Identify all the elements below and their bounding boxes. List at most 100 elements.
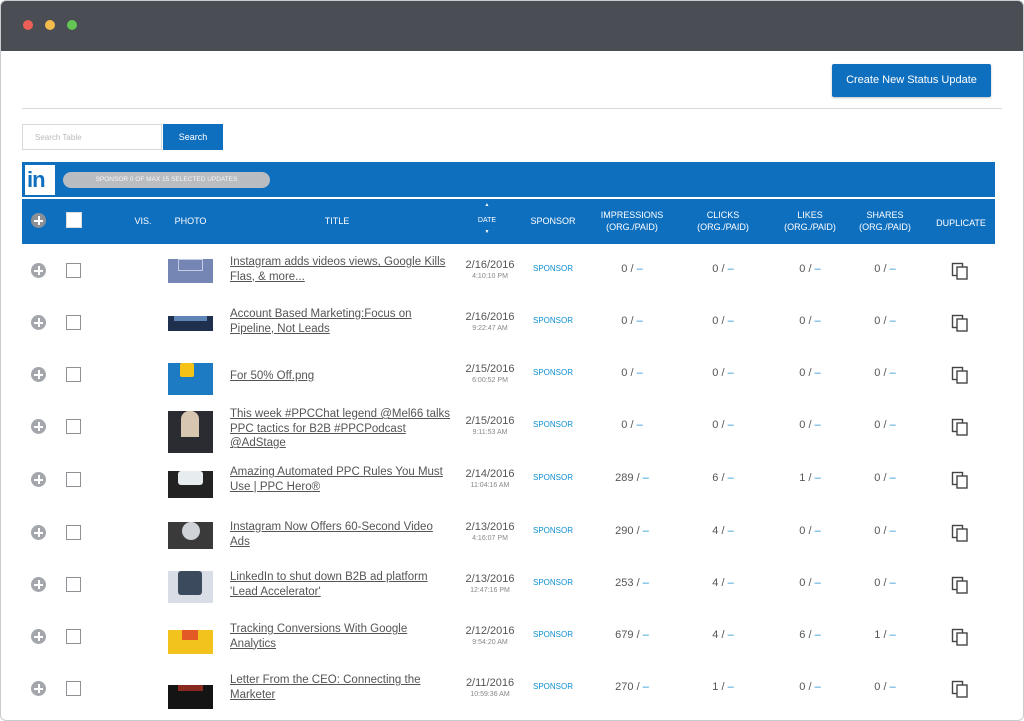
sponsor-link[interactable]: SPONSOR bbox=[527, 473, 579, 482]
shares-paid: – bbox=[889, 367, 896, 379]
clicks-organic: 0 / bbox=[712, 367, 728, 379]
duplicate-copy-icon[interactable] bbox=[950, 470, 970, 490]
clicks-organic: 6 / bbox=[712, 472, 728, 484]
shares-paid: – bbox=[889, 629, 896, 641]
expand-row-icon[interactable] bbox=[31, 629, 46, 644]
post-title-link[interactable]: This week #PPCChat legend @Mel66 talks P… bbox=[230, 407, 455, 451]
select-all-checkbox[interactable] bbox=[66, 212, 82, 228]
col-title[interactable]: TITLE bbox=[292, 215, 382, 227]
expand-row-icon[interactable] bbox=[31, 472, 46, 487]
shares-paid: – bbox=[889, 472, 896, 484]
clicks-paid: – bbox=[727, 629, 734, 641]
row-checkbox[interactable] bbox=[66, 577, 81, 592]
post-title-link[interactable]: Instagram adds videos views, Google Kill… bbox=[230, 255, 455, 284]
col-impressions[interactable]: IMPRESSIONS bbox=[592, 209, 672, 221]
table-row[interactable]: Account Based Marketing:Focus on Pipelin… bbox=[22, 297, 995, 349]
minimize-window-icon[interactable] bbox=[45, 20, 55, 30]
duplicate-copy-icon[interactable] bbox=[950, 679, 970, 699]
row-checkbox[interactable] bbox=[66, 629, 81, 644]
shares-cell: 0 / – bbox=[848, 681, 922, 693]
col-likes[interactable]: LIKES bbox=[774, 209, 846, 221]
row-checkbox[interactable] bbox=[66, 367, 81, 382]
post-date-value: 2/11/2016 bbox=[465, 677, 515, 689]
col-date[interactable]: DATE bbox=[472, 215, 502, 227]
impressions-cell: 0 / – bbox=[592, 263, 672, 275]
col-photo[interactable]: PHOTO bbox=[168, 215, 213, 227]
clicks-cell: 0 / – bbox=[687, 367, 759, 379]
row-checkbox[interactable] bbox=[66, 681, 81, 696]
table-row[interactable]: LinkedIn to shut down B2B ad platform 'L… bbox=[22, 559, 995, 611]
sponsor-link[interactable]: SPONSOR bbox=[527, 630, 579, 639]
likes-organic: 1 / bbox=[799, 472, 815, 484]
shares-organic: 0 / bbox=[874, 315, 890, 327]
col-clicks[interactable]: CLICKS bbox=[687, 209, 759, 221]
row-checkbox[interactable] bbox=[66, 263, 81, 278]
col-duplicate[interactable]: DUPLICATE bbox=[927, 217, 995, 229]
shares-organic: 0 / bbox=[874, 577, 890, 589]
sponsor-link[interactable]: SPONSOR bbox=[527, 578, 579, 587]
col-vis[interactable]: VIS. bbox=[127, 215, 159, 227]
sort-desc-icon[interactable]: ▼ bbox=[472, 230, 502, 235]
clicks-paid: – bbox=[727, 525, 734, 537]
divider bbox=[22, 108, 1002, 109]
duplicate-copy-icon[interactable] bbox=[950, 313, 970, 333]
sponsor-link[interactable]: SPONSOR bbox=[527, 316, 579, 325]
table-row[interactable]: Instagram adds videos views, Google Kill… bbox=[22, 245, 995, 297]
shares-organic: 1 / bbox=[874, 629, 890, 641]
sponsor-link[interactable]: SPONSOR bbox=[527, 682, 579, 691]
expand-row-icon[interactable] bbox=[31, 419, 46, 434]
create-status-update-button[interactable]: Create New Status Update bbox=[832, 64, 991, 97]
search-input[interactable] bbox=[22, 124, 162, 150]
shares-organic: 0 / bbox=[874, 263, 890, 275]
post-title-link[interactable]: Amazing Automated PPC Rules You Must Use… bbox=[230, 465, 455, 494]
sponsor-link[interactable]: SPONSOR bbox=[527, 526, 579, 535]
row-checkbox[interactable] bbox=[66, 419, 81, 434]
col-sponsor[interactable]: SPONSOR bbox=[527, 215, 579, 227]
likes-organic: 0 / bbox=[799, 263, 815, 275]
close-window-icon[interactable] bbox=[23, 20, 33, 30]
duplicate-copy-icon[interactable] bbox=[950, 261, 970, 281]
row-checkbox[interactable] bbox=[66, 315, 81, 330]
table-row[interactable]: For 50% Off.png 2/15/2016 6:00:52 PM SPONSO… bbox=[22, 349, 995, 401]
expand-row-icon[interactable] bbox=[31, 577, 46, 592]
expand-row-icon[interactable] bbox=[31, 315, 46, 330]
expand-row-icon[interactable] bbox=[31, 525, 46, 540]
expand-row-icon[interactable] bbox=[31, 263, 46, 278]
table-row[interactable]: Amazing Automated PPC Rules You Must Use… bbox=[22, 454, 995, 506]
table-row[interactable]: Instagram Now Offers 60-Second Video Ads… bbox=[22, 507, 995, 559]
maximize-window-icon[interactable] bbox=[67, 20, 77, 30]
duplicate-copy-icon[interactable] bbox=[950, 523, 970, 543]
sponsor-link[interactable]: SPONSOR bbox=[527, 264, 579, 273]
expand-all-icon[interactable] bbox=[31, 213, 46, 228]
table-row[interactable]: Tracking Conversions With Google Analyti… bbox=[22, 611, 995, 663]
col-shares[interactable]: SHARES bbox=[848, 209, 922, 221]
row-checkbox[interactable] bbox=[66, 472, 81, 487]
sponsor-status-pill: SPONSOR 0 OF MAX 15 SELECTED UPDATES bbox=[63, 172, 270, 188]
duplicate-copy-icon[interactable] bbox=[950, 575, 970, 595]
post-title-link[interactable]: Letter From the CEO: Connecting the Mark… bbox=[230, 673, 455, 702]
duplicate-copy-icon[interactable] bbox=[950, 365, 970, 385]
post-title-link[interactable]: Tracking Conversions With Google Analyti… bbox=[230, 622, 455, 651]
post-thumbnail bbox=[168, 567, 213, 603]
duplicate-copy-icon[interactable] bbox=[950, 417, 970, 437]
search-button[interactable]: Search bbox=[163, 124, 223, 150]
expand-row-icon[interactable] bbox=[31, 367, 46, 382]
post-title-link[interactable]: For 50% Off.png bbox=[230, 369, 455, 384]
post-title-link[interactable]: Instagram Now Offers 60-Second Video Ads bbox=[230, 520, 455, 549]
expand-row-icon[interactable] bbox=[31, 681, 46, 696]
duplicate-copy-icon[interactable] bbox=[950, 627, 970, 647]
impressions-paid: – bbox=[636, 367, 643, 379]
post-date: 2/13/2016 12:47:16 PM bbox=[458, 573, 522, 596]
sponsor-link[interactable]: SPONSOR bbox=[527, 420, 579, 429]
row-checkbox[interactable] bbox=[66, 525, 81, 540]
likes-paid: – bbox=[814, 315, 821, 327]
sponsor-link[interactable]: SPONSOR bbox=[527, 368, 579, 377]
post-title-link[interactable]: LinkedIn to shut down B2B ad platform 'L… bbox=[230, 570, 455, 599]
likes-organic: 0 / bbox=[799, 367, 815, 379]
table-row[interactable]: This week #PPCChat legend @Mel66 talks P… bbox=[22, 401, 995, 453]
table-row[interactable]: Letter From the CEO: Connecting the Mark… bbox=[22, 663, 995, 715]
shares-paid: – bbox=[889, 419, 896, 431]
likes-organic: 0 / bbox=[799, 681, 815, 693]
post-title-link[interactable]: Account Based Marketing:Focus on Pipelin… bbox=[230, 307, 455, 336]
sort-arrows-icon[interactable]: ▲ bbox=[472, 203, 502, 208]
